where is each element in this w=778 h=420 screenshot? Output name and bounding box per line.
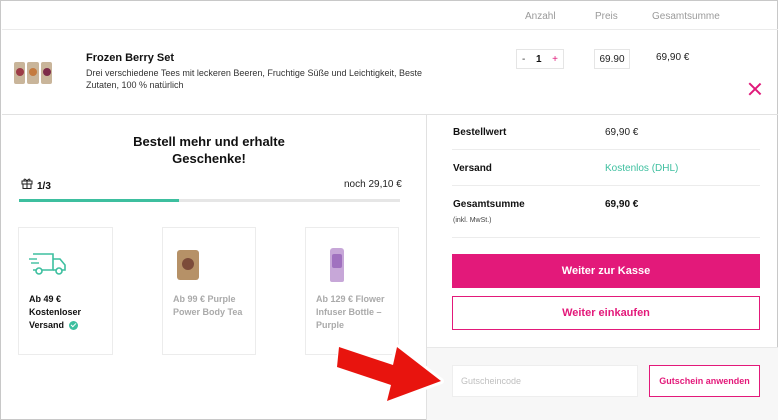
divider — [452, 149, 760, 150]
shipping-value: Kostenlos (DHL) — [605, 163, 679, 174]
gift-tier-body-tea: Ab 99 € Purple Power Body Tea — [162, 227, 256, 355]
checkout-button[interactable]: Weiter zur Kasse — [452, 254, 760, 288]
increase-quantity-button[interactable]: + — [552, 54, 558, 65]
unit-price: 69.90 — [594, 49, 630, 69]
product-description: Drei verschiedene Tees mit leckeren Beer… — [86, 68, 423, 90]
tea-box-image — [14, 62, 26, 84]
line-total: 69,90 € — [656, 52, 690, 63]
divider — [452, 237, 760, 238]
continue-shopping-button[interactable]: Weiter einkaufen — [452, 296, 760, 330]
annotation-arrow-icon — [337, 344, 444, 403]
column-header-price: Preis — [595, 11, 618, 22]
progress-counter: 1/3 — [37, 181, 51, 192]
tea-package-icon — [177, 250, 199, 280]
gift-icon — [21, 178, 33, 189]
decrease-quantity-button[interactable]: - — [522, 54, 525, 65]
total-value: 69,90 € — [605, 199, 639, 210]
subtotal-value: 69,90 € — [605, 127, 639, 138]
tier-label: Ab 99 € Purple Power Body Tea — [173, 294, 243, 317]
coupon-code-input[interactable] — [452, 365, 638, 397]
tea-box-image — [27, 62, 39, 84]
delivery-truck-icon — [29, 253, 66, 275]
product-title[interactable]: Frozen Berry Set — [86, 52, 174, 64]
cart-item-row: Frozen Berry Set Drei verschiedene Tees … — [2, 29, 778, 115]
quantity-value[interactable]: 1 — [536, 54, 542, 65]
column-header-total: Gesamtsumme — [652, 11, 720, 22]
tier-label: Ab 49 € Kostenloser Versand — [29, 293, 109, 332]
bottle-icon — [330, 248, 344, 282]
total-label: Gesamtsumme — [453, 199, 525, 210]
column-header-quantity: Anzahl — [525, 11, 556, 22]
subtotal-label: Bestellwert — [453, 127, 507, 138]
progress-bar-fill — [19, 199, 180, 202]
promo-heading: Bestell mehr und erhalte Geschenke! — [133, 134, 285, 166]
tax-note: (inkl. MwSt.) — [453, 217, 492, 224]
close-icon[interactable] — [748, 82, 762, 96]
quantity-stepper: - 1 + — [516, 49, 564, 69]
apply-coupon-button[interactable]: Gutschein anwenden — [649, 365, 760, 397]
gift-tier-free-shipping: Ab 49 € Kostenloser Versand — [18, 227, 113, 355]
cart-page: Anzahl Preis Gesamtsumme Frozen Berry Se… — [0, 0, 778, 420]
tea-box-image — [40, 62, 52, 84]
divider — [452, 185, 760, 186]
remaining-amount: noch 29,10 € — [344, 179, 402, 190]
progress-bar — [19, 199, 400, 202]
product-thumbnail[interactable] — [14, 62, 52, 84]
shipping-label: Versand — [453, 163, 492, 174]
check-icon — [68, 321, 78, 331]
